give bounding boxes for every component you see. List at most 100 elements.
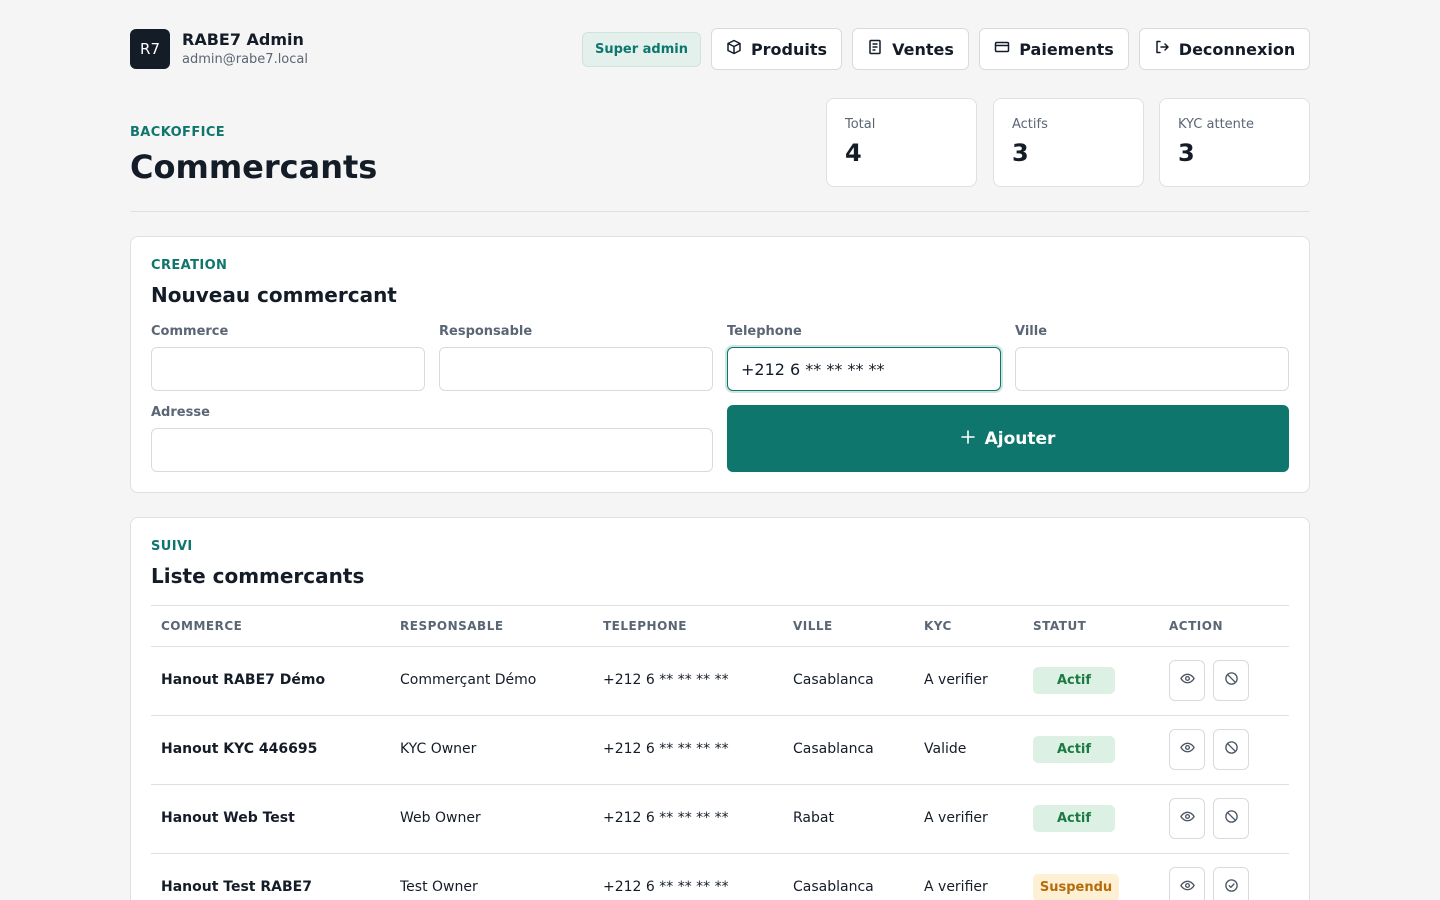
column-header: TELEPHONE bbox=[603, 619, 688, 633]
stat-value: 3 bbox=[1012, 139, 1029, 167]
commerce-field[interactable] bbox=[151, 347, 425, 391]
cell-ville: Casablanca bbox=[793, 741, 874, 757]
cell-ville: Casablanca bbox=[793, 879, 874, 895]
page-title: Commercants bbox=[130, 148, 378, 186]
create-panel: CREATION Nouveau commercant Commerce Res… bbox=[130, 236, 1310, 493]
logout-button[interactable]: Deconnexion bbox=[1139, 28, 1310, 70]
stat-card-kyc: KYC attente 3 bbox=[1159, 98, 1310, 187]
column-header: VILLE bbox=[793, 619, 833, 633]
table-row: Hanout Web Test Web Owner +212 6 ** ** *… bbox=[151, 785, 1289, 854]
status-badge: Actif bbox=[1033, 667, 1115, 694]
cell-telephone: +212 6 ** ** ** ** bbox=[603, 672, 729, 688]
nav-ventes-button[interactable]: Ventes bbox=[852, 28, 969, 70]
ville-field[interactable] bbox=[1015, 347, 1289, 391]
stat-label: KYC attente bbox=[1178, 117, 1254, 132]
cell-telephone: +212 6 ** ** ** ** bbox=[603, 879, 729, 895]
cell-ville: Rabat bbox=[793, 810, 834, 826]
responsable-label: Responsable bbox=[439, 324, 533, 339]
list-panel: SUIVI Liste commercants COMMERCE RESPONS… bbox=[130, 517, 1310, 900]
stat-label: Actifs bbox=[1012, 117, 1048, 132]
table-row: Hanout RABE7 Démo Commerçant Démo +212 6… bbox=[151, 647, 1289, 716]
eye-icon bbox=[1179, 878, 1195, 897]
adresse-field[interactable] bbox=[151, 428, 713, 472]
ban-icon bbox=[1224, 740, 1239, 759]
stat-card-actifs: Actifs 3 bbox=[993, 98, 1144, 187]
user-email: admin@rabe7.local bbox=[182, 52, 308, 67]
add-button-label: Ajouter bbox=[984, 428, 1056, 449]
list-eyebrow: SUIVI bbox=[151, 539, 193, 554]
nav-produits-button[interactable]: Produits bbox=[711, 28, 842, 70]
column-header: KYC bbox=[924, 619, 952, 633]
user-name: RABE7 Admin bbox=[182, 30, 304, 49]
create-eyebrow: CREATION bbox=[151, 258, 228, 273]
telephone-field[interactable] bbox=[727, 347, 1001, 391]
cell-commerce: Hanout Web Test bbox=[161, 810, 295, 826]
nav-paiements-button[interactable]: Paiements bbox=[979, 28, 1129, 70]
cell-responsable: Web Owner bbox=[400, 810, 481, 826]
stat-value: 4 bbox=[845, 139, 862, 167]
cell-responsable: Test Owner bbox=[400, 879, 478, 895]
box-icon bbox=[726, 39, 742, 59]
nav-ventes-label: Ventes bbox=[892, 39, 954, 59]
cell-ville: Casablanca bbox=[793, 672, 874, 688]
nav-paiements-label: Paiements bbox=[1019, 39, 1114, 59]
stat-label: Total bbox=[845, 117, 876, 132]
cell-kyc: A verifier bbox=[924, 879, 988, 895]
table-header: COMMERCE RESPONSABLE TELEPHONE VILLE KYC… bbox=[151, 605, 1289, 647]
table-row: Hanout Test RABE7 Test Owner +212 6 ** *… bbox=[151, 854, 1289, 900]
cell-responsable: Commerçant Démo bbox=[400, 672, 537, 688]
ban-icon bbox=[1224, 671, 1239, 690]
stat-card-total: Total 4 bbox=[826, 98, 977, 187]
cell-commerce: Hanout RABE7 Démo bbox=[161, 672, 326, 688]
stat-value: 3 bbox=[1178, 139, 1195, 167]
table-row: Hanout KYC 446695 KYC Owner +212 6 ** **… bbox=[151, 716, 1289, 785]
plus-icon bbox=[960, 429, 975, 449]
card-icon bbox=[994, 39, 1010, 59]
suspend-button[interactable] bbox=[1213, 798, 1249, 839]
cell-kyc: Valide bbox=[924, 741, 967, 757]
cell-kyc: A verifier bbox=[924, 810, 988, 826]
column-header: STATUT bbox=[1033, 619, 1087, 633]
eye-icon bbox=[1179, 740, 1195, 759]
add-button[interactable]: Ajouter bbox=[727, 405, 1289, 472]
activate-button[interactable] bbox=[1213, 867, 1249, 900]
cell-commerce: Hanout KYC 446695 bbox=[161, 741, 318, 757]
check-circle-icon bbox=[1224, 878, 1239, 897]
suspend-button[interactable] bbox=[1213, 729, 1249, 770]
logout-icon bbox=[1154, 39, 1170, 59]
column-header: RESPONSABLE bbox=[400, 619, 504, 633]
status-badge: Actif bbox=[1033, 805, 1115, 832]
cell-telephone: +212 6 ** ** ** ** bbox=[603, 810, 729, 826]
view-button[interactable] bbox=[1169, 729, 1205, 770]
receipt-icon bbox=[867, 39, 883, 59]
logout-label: Deconnexion bbox=[1178, 39, 1296, 59]
view-button[interactable] bbox=[1169, 798, 1205, 839]
merchants-table: COMMERCE RESPONSABLE TELEPHONE VILLE KYC… bbox=[151, 605, 1289, 900]
view-button[interactable] bbox=[1169, 660, 1205, 701]
ville-label: Ville bbox=[1015, 324, 1048, 339]
telephone-label: Telephone bbox=[727, 324, 802, 339]
list-title: Liste commercants bbox=[151, 564, 365, 588]
cell-responsable: KYC Owner bbox=[400, 741, 477, 757]
column-header: ACTION bbox=[1169, 619, 1223, 633]
adresse-label: Adresse bbox=[151, 405, 210, 420]
cell-kyc: A verifier bbox=[924, 672, 988, 688]
nav-produits-label: Produits bbox=[750, 39, 828, 59]
responsable-field[interactable] bbox=[439, 347, 713, 391]
role-badge: Super admin bbox=[582, 32, 701, 67]
page-eyebrow: BACKOFFICE bbox=[130, 125, 226, 140]
cell-commerce: Hanout Test RABE7 bbox=[161, 879, 312, 895]
divider bbox=[130, 211, 1310, 212]
eye-icon bbox=[1179, 809, 1195, 828]
commerce-label: Commerce bbox=[151, 324, 229, 339]
ban-icon bbox=[1224, 809, 1239, 828]
create-title: Nouveau commercant bbox=[151, 283, 397, 307]
suspend-button[interactable] bbox=[1213, 660, 1249, 701]
column-header: COMMERCE bbox=[161, 619, 243, 633]
eye-icon bbox=[1179, 671, 1195, 690]
logo: R7 bbox=[130, 29, 170, 69]
view-button[interactable] bbox=[1169, 867, 1205, 900]
status-badge: Suspendu bbox=[1033, 874, 1119, 900]
cell-telephone: +212 6 ** ** ** ** bbox=[603, 741, 729, 757]
status-badge: Actif bbox=[1033, 736, 1115, 763]
